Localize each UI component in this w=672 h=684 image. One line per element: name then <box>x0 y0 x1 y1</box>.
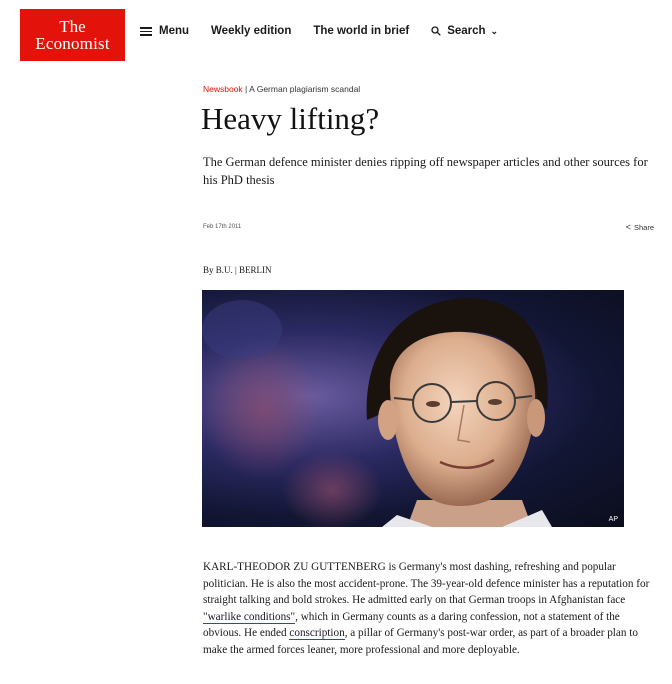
world-in-brief-link[interactable]: The world in brief <box>313 25 409 37</box>
portrait-illustration <box>202 298 552 527</box>
conscription-link[interactable]: conscription <box>289 627 345 640</box>
hamburger-icon <box>140 25 152 38</box>
logo-line-1: The <box>59 17 86 36</box>
article-date: Feb 17th 2011 <box>203 224 242 230</box>
weekly-edition-label: Weekly edition <box>211 25 292 38</box>
share-icon: < <box>625 222 631 232</box>
site-header: The Economist Menu Weekly edition The wo… <box>0 0 672 70</box>
warlike-conditions-link[interactable]: "warlike conditions" <box>203 610 296 624</box>
body-part-1: KARL-THEODOR ZU GUTTENBERG is Germany's … <box>203 561 650 606</box>
search-label: Search <box>447 25 486 38</box>
share-label: Share <box>633 222 654 232</box>
kicker-rubric: A German plagiarism scandal <box>249 84 361 94</box>
article-body: KARL-THEODOR ZU GUTTENBERG is Germany's … <box>203 559 658 658</box>
share-button[interactable]: < Share <box>626 222 654 232</box>
top-nav: Menu Weekly edition The world in brief S… <box>140 25 520 38</box>
chevron-down-icon: ⌄ <box>490 25 499 36</box>
menu-label: Menu <box>159 25 190 38</box>
article-standfirst: The German defence minister denies rippi… <box>203 155 648 187</box>
search-icon <box>431 26 441 37</box>
economist-logo[interactable]: The Economist <box>20 9 125 61</box>
article-byline: By B.U. | BERLIN <box>203 265 272 275</box>
flytitle-link[interactable]: Newsbook <box>203 84 243 94</box>
photo-credit: AP <box>608 516 618 523</box>
article-photo: AP <box>202 290 624 527</box>
world-in-brief-label: The world in brief <box>313 25 410 38</box>
article-headline: Heavy lifting? <box>201 101 380 136</box>
logo-line-2: Economist <box>35 34 110 53</box>
article-kicker: Newsbook | A German plagiarism scandal <box>203 84 360 94</box>
weekly-edition-link[interactable]: Weekly edition <box>211 25 291 37</box>
menu-button[interactable]: Menu <box>140 25 189 38</box>
search-button[interactable]: Search ⌄ <box>431 25 498 37</box>
